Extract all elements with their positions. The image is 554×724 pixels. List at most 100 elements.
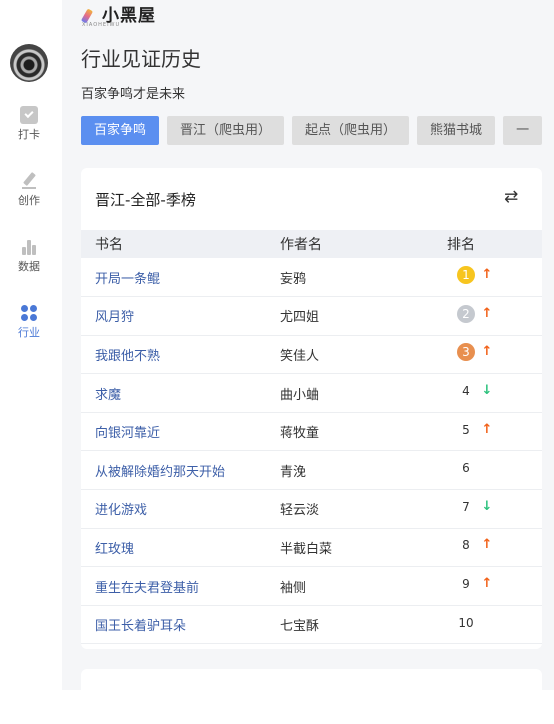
rank-number: 6 <box>462 461 470 476</box>
column-header-rank: 排名 <box>447 237 475 253</box>
rank-cell: 8 ↑ <box>447 528 542 568</box>
author-name: 曲小蛐 <box>280 373 447 413</box>
sidebar: 打卡 创作 数据 行业 <box>0 0 62 724</box>
table-row[interactable]: 进化游戏 轻云淡 7 ↓ <box>81 489 542 529</box>
card-title: 晋江-全部-季榜 <box>95 191 196 209</box>
arrow-up-icon: ↑ <box>481 537 493 553</box>
rank-indicator: 9 ↑ <box>447 575 495 593</box>
rank-number: 4 <box>462 384 470 399</box>
rank-cell: 9 ↑ <box>447 566 542 606</box>
sidebar-item-checkin[interactable]: 打卡 <box>0 106 58 142</box>
rank-cell: 1 ↑ <box>447 258 542 298</box>
table-row[interactable]: 红玫瑰 半截白菜 8 ↑ <box>81 528 542 568</box>
rank-medal-badge: 3 <box>457 343 475 362</box>
page-subtitle: 百家争鸣才是未来 <box>81 87 186 102</box>
author-name: 半截白菜 <box>280 528 447 568</box>
rank-indicator: 5 ↑ <box>447 421 495 439</box>
sidebar-item-label: 数据 <box>18 260 40 273</box>
tab-xiongmao[interactable]: 熊猫书城 <box>417 116 496 145</box>
arrow-up-icon: ↑ <box>481 344 493 360</box>
rank-number: 7 <box>462 499 470 514</box>
table-header: 书名 作者名 排名 <box>81 230 542 258</box>
book-title-link[interactable]: 进化游戏 <box>81 489 280 529</box>
rank-number: 10 <box>458 615 474 630</box>
tab-more[interactable]: 一 <box>503 116 543 145</box>
rank-cell: 3 ↑ <box>447 335 542 375</box>
rank-indicator: 10 <box>447 614 495 632</box>
author-name: 青浼 <box>280 450 447 491</box>
table-row[interactable]: 从被解除婚约那天开始 青浼 6 <box>81 450 542 491</box>
arrow-down-icon: ↓ <box>481 383 493 399</box>
sidebar-item-data[interactable]: 数据 <box>0 238 58 274</box>
author-name: 尤四姐 <box>280 296 447 336</box>
book-title-link[interactable]: 向银河靠近 <box>81 412 280 452</box>
rank-indicator: 3 ↑ <box>447 343 495 362</box>
rank-indicator: 7 ↓ <box>447 498 495 516</box>
rank-indicator: 8 ↑ <box>447 536 495 554</box>
rank-indicator: 4 ↓ <box>447 382 495 400</box>
tab-jinjiang[interactable]: 晋江（爬虫用） <box>167 116 285 145</box>
sidebar-item-create[interactable]: 创作 <box>0 172 58 208</box>
book-title-link[interactable]: 风月狩 <box>81 296 280 336</box>
rank-number: 8 <box>462 538 470 553</box>
avatar[interactable] <box>10 44 48 82</box>
arrow-up-icon: ↑ <box>481 267 493 283</box>
rank-indicator: 6 <box>447 459 495 477</box>
arrow-up-icon: ↑ <box>481 576 493 592</box>
rank-number: 9 <box>462 577 470 592</box>
dots-grid-icon <box>20 304 38 322</box>
pen-icon <box>20 172 38 190</box>
author-name: 妄鸦 <box>280 258 447 298</box>
rank-indicator: 1 ↑ <box>447 266 495 285</box>
rank-medal-badge: 1 <box>457 266 475 285</box>
book-title-link[interactable]: 开局一条鲲 <box>81 258 280 298</box>
rank-cell: 5 ↑ <box>447 412 542 452</box>
column-header-book: 书名 <box>95 237 123 253</box>
rank-cell: 4 ↓ <box>447 373 542 413</box>
book-title-link[interactable]: 我跟他不熟 <box>81 335 280 375</box>
arrow-down-icon: ↓ <box>481 498 493 514</box>
column-header-author: 作者名 <box>280 237 322 253</box>
book-title-link[interactable]: 国王长着驴耳朵 <box>81 605 280 645</box>
tab-qidian[interactable]: 起点（爬虫用） <box>292 116 410 145</box>
table-row[interactable]: 风月狩 尤四姐 2 ↑ <box>81 296 542 336</box>
author-name: 袖侧 <box>280 566 447 606</box>
ranking-table: 书名 作者名 排名 开局一条鲲 妄鸦 1 ↑ 风月狩 尤四姐 2 ↑ 我跟他不熟 笑佳人 3 ↑ 求魔曲… <box>81 230 542 645</box>
author-name: 轻云淡 <box>280 489 447 529</box>
sidebar-item-industry[interactable]: 行业 <box>0 304 58 340</box>
table-row[interactable]: 重生在夫君登基前 袖侧 9 ↑ <box>81 566 542 606</box>
rank-medal-badge: 2 <box>457 304 475 323</box>
page-title: 行业见证历史 <box>81 47 201 71</box>
main-content: 小黑屋 XIAOHEIWU 行业见证历史 百家争鸣才是未来 百家争鸣 晋江（爬虫用… <box>62 0 554 709</box>
bar-chart-icon <box>20 238 38 256</box>
arrow-up-icon: ↑ <box>481 305 493 321</box>
table-row[interactable]: 向银河靠近 蒋牧童 5 ↑ <box>81 412 542 452</box>
source-tabs: 百家争鸣 晋江（爬虫用） 起点（爬虫用） 熊猫书城一 <box>81 116 554 146</box>
checkin-icon <box>20 106 38 124</box>
author-name: 七宝酥 <box>280 605 447 645</box>
sidebar-item-label: 创作 <box>18 194 40 207</box>
book-title-link[interactable]: 求魔 <box>81 373 280 413</box>
rank-number: 5 <box>462 422 470 437</box>
sidebar-item-label: 打卡 <box>18 128 40 141</box>
tab-baijia[interactable]: 百家争鸣 <box>81 116 160 145</box>
table-row[interactable]: 开局一条鲲 妄鸦 1 ↑ <box>81 258 542 298</box>
rank-indicator: 2 ↑ <box>447 304 495 323</box>
book-title-link[interactable]: 红玫瑰 <box>81 528 280 568</box>
table-row[interactable]: 我跟他不熟 笑佳人 3 ↑ <box>81 335 542 375</box>
second-card <box>81 669 542 709</box>
rank-cell: 6 <box>447 450 542 491</box>
arrow-up-icon: ↑ <box>481 421 493 437</box>
book-title-link[interactable]: 重生在夫君登基前 <box>81 566 280 606</box>
sidebar-item-label: 行业 <box>18 326 40 339</box>
author-name: 蒋牧童 <box>280 412 447 452</box>
table-row[interactable]: 国王长着驴耳朵 七宝酥 10 <box>81 605 542 645</box>
ranking-card: 晋江-全部-季榜 书名 作者名 排名 开局一条鲲妄鸦1↑风月狩尤四姐2↑我跟他不… <box>81 168 542 649</box>
book-title-link[interactable]: 从被解除婚约那天开始 <box>81 450 280 491</box>
table-row[interactable]: 求魔 曲小蛐 4 ↓ <box>81 373 542 413</box>
rank-cell: 2 ↑ <box>447 296 542 336</box>
logo-subtext: XIAOHEIWU <box>82 22 121 28</box>
swap-icon[interactable] <box>504 187 520 207</box>
author-name: 笑佳人 <box>280 335 447 375</box>
rank-cell: 10 <box>447 605 542 645</box>
